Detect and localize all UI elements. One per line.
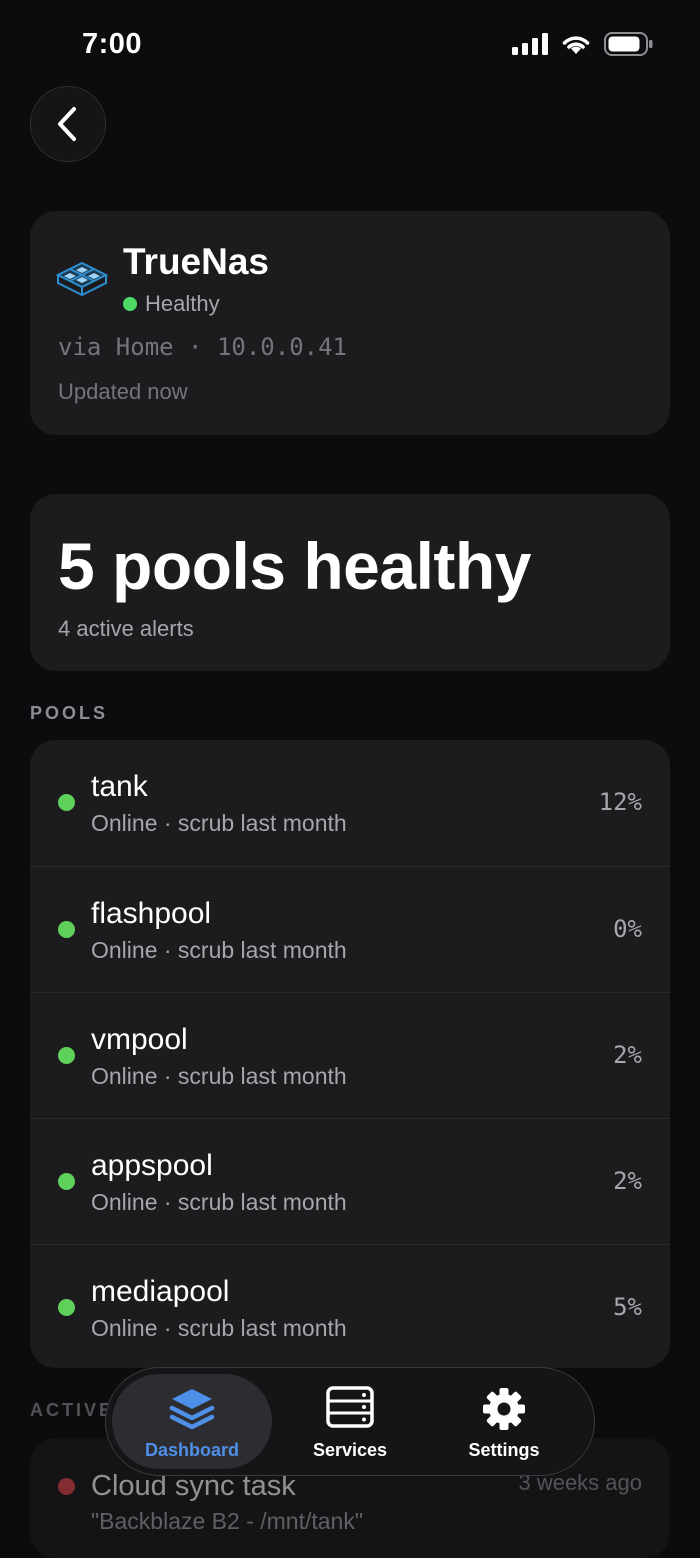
battery-icon — [604, 32, 653, 56]
pool-usage: 2% — [613, 1167, 642, 1195]
pool-status-dot — [58, 1047, 75, 1064]
server-card[interactable]: TrueNas Healthy via Home · 10.0.0.41 Upd… — [30, 211, 670, 435]
tab-bar: Dashboard Services Settings — [105, 1367, 595, 1476]
pool-subtitle: Online · scrub last month — [91, 1189, 347, 1215]
pool-name: appspool — [91, 1149, 213, 1182]
tab-label: Services — [312, 1440, 388, 1460]
cellular-signal-icon — [512, 33, 548, 55]
status-bar: 7:00 — [0, 0, 700, 90]
alert-subtitle: "Backblaze B2 - /mnt/tank" — [91, 1508, 364, 1534]
server-status-label: Healthy — [145, 291, 220, 316]
pool-row-mediapool[interactable]: mediapool Online · scrub last month 5% — [30, 1244, 670, 1368]
pool-row-vmpool[interactable]: vmpool Online · scrub last month 2% — [30, 992, 670, 1118]
chevron-left-icon — [58, 107, 76, 141]
status-dot — [123, 297, 137, 311]
server-icon — [326, 1386, 374, 1428]
truenas-logo-icon — [56, 261, 108, 297]
status-time: 7:00 — [82, 28, 143, 60]
server-updated: Updated now — [58, 379, 188, 404]
pools-section-header: POOLS — [30, 703, 109, 723]
pool-name: mediapool — [91, 1275, 230, 1308]
pool-subtitle: Online · scrub last month — [91, 937, 347, 963]
tab-services[interactable]: Services — [270, 1374, 430, 1469]
server-status: Healthy — [123, 291, 220, 317]
pool-usage: 5% — [613, 1293, 642, 1321]
pool-usage: 0% — [613, 915, 642, 943]
server-name: TrueNas — [123, 241, 270, 282]
pool-subtitle: Online · scrub last month — [91, 810, 347, 836]
tab-dashboard[interactable]: Dashboard — [112, 1374, 272, 1469]
tab-label: Dashboard — [144, 1440, 240, 1460]
pool-subtitle: Online · scrub last month — [91, 1315, 347, 1341]
alert-status-dot — [58, 1478, 75, 1495]
pool-usage: 12% — [598, 788, 642, 816]
pool-usage: 2% — [613, 1041, 642, 1069]
pool-subtitle: Online · scrub last month — [91, 1063, 347, 1089]
pool-status-dot — [58, 1299, 75, 1316]
pool-status-dot — [58, 794, 75, 811]
summary-subtitle: 4 active alerts — [58, 616, 194, 641]
summary-card: 5 pools healthy 4 active alerts — [30, 494, 670, 671]
back-button[interactable] — [30, 86, 106, 162]
pool-row-flashpool[interactable]: flashpool Online · scrub last month 0% — [30, 866, 670, 992]
tab-label: Settings — [468, 1440, 540, 1460]
server-connection: via Home · 10.0.0.41 — [58, 333, 347, 361]
wifi-icon — [562, 36, 590, 54]
status-icons — [512, 32, 654, 56]
layers-icon — [169, 1389, 215, 1430]
pool-row-tank[interactable]: tank Online · scrub last month 12% — [30, 740, 670, 866]
gear-icon — [483, 1388, 525, 1430]
pools-list: tank Online · scrub last month 12% flash… — [30, 740, 670, 1368]
summary-title: 5 pools healthy — [58, 529, 531, 603]
tab-settings[interactable]: Settings — [424, 1374, 584, 1469]
pool-status-dot — [58, 1173, 75, 1190]
pool-name: tank — [91, 770, 148, 803]
pool-status-dot — [58, 921, 75, 938]
pool-name: vmpool — [91, 1023, 188, 1056]
pool-name: flashpool — [91, 897, 212, 930]
pool-row-appspool[interactable]: appspool Online · scrub last month 2% — [30, 1118, 670, 1244]
